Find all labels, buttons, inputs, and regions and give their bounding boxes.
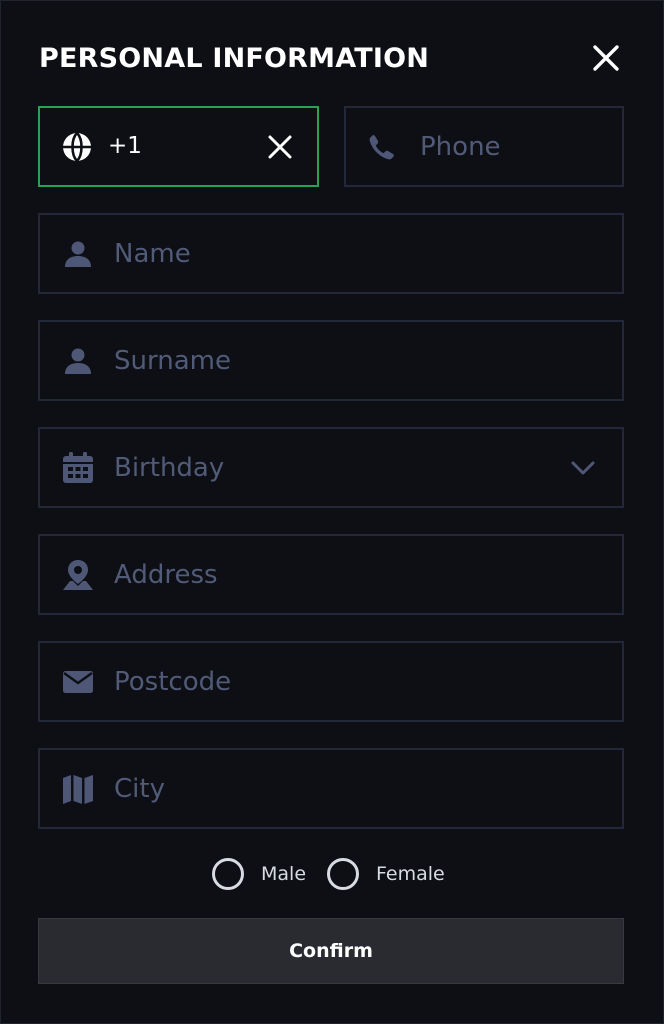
address-field	[38, 534, 624, 615]
postcode-field	[38, 641, 624, 722]
postcode-input[interactable]	[114, 643, 594, 720]
user-icon	[60, 236, 96, 272]
female-label: Female	[376, 863, 445, 885]
phone-field	[344, 106, 624, 187]
country-code-value: +1	[108, 133, 142, 159]
surname-field	[38, 320, 624, 401]
envelope-icon	[60, 664, 96, 700]
close-icon	[268, 135, 292, 158]
name-field	[38, 213, 624, 294]
panel-title: PERSONAL INFORMATION	[39, 43, 430, 74]
phone-icon	[364, 129, 400, 165]
country-code-field[interactable]: +1	[38, 106, 319, 187]
birthday-field[interactable]	[38, 427, 624, 508]
gender-option-female[interactable]: Female	[327, 854, 445, 894]
close-icon	[593, 45, 619, 71]
chevron-down-icon[interactable]	[568, 453, 598, 483]
gender-option-male[interactable]: Male	[212, 854, 306, 894]
surname-input[interactable]	[114, 322, 594, 399]
globe-icon	[60, 130, 94, 164]
male-label: Male	[261, 863, 307, 885]
calendar-icon	[60, 450, 96, 486]
map-icon	[60, 771, 96, 807]
name-input[interactable]	[114, 215, 594, 292]
female-radio[interactable]	[327, 858, 359, 890]
clear-country-code-button[interactable]	[266, 133, 294, 161]
map-pin-icon	[60, 557, 96, 593]
address-input[interactable]	[114, 536, 594, 613]
phone-input[interactable]	[420, 108, 610, 185]
user-icon	[60, 343, 96, 379]
birthday-input[interactable]	[114, 429, 594, 506]
male-radio[interactable]	[212, 858, 244, 890]
personal-information-panel: PERSONAL INFORMATION +1 Phone Name Surna…	[0, 0, 664, 1024]
close-button[interactable]	[589, 41, 623, 75]
city-input[interactable]	[114, 750, 594, 827]
confirm-button[interactable]: Confirm	[38, 918, 624, 984]
city-field	[38, 748, 624, 829]
